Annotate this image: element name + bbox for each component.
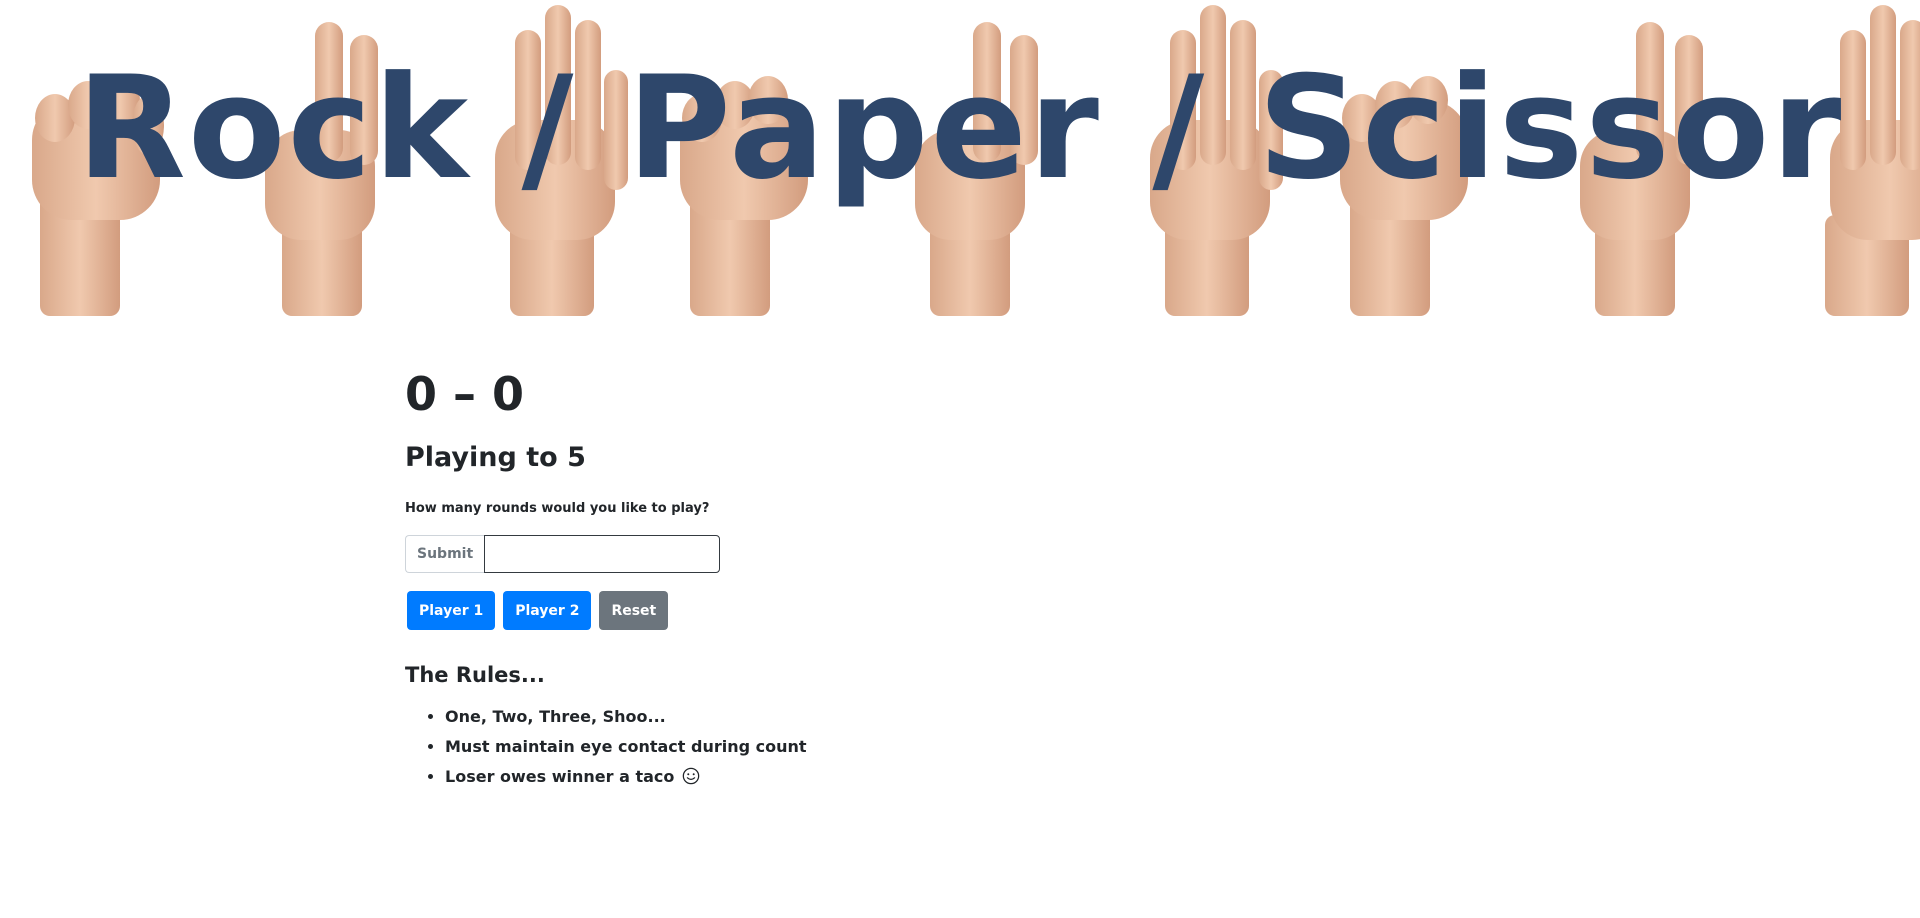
page-title: Rock / Paper / Scissor bbox=[76, 46, 1844, 211]
rule-item: Must maintain eye contact during count bbox=[445, 732, 807, 762]
rule-item: One, Two, Three, Shoo... bbox=[445, 702, 807, 732]
player-controls: Player 1 Player 2 Reset bbox=[407, 591, 669, 630]
rule-text: Must maintain eye contact during count bbox=[445, 737, 807, 756]
submit-button[interactable]: Submit bbox=[405, 535, 485, 573]
reset-button[interactable]: Reset bbox=[599, 591, 669, 630]
rule-item: Loser owes winner a taco bbox=[445, 762, 807, 792]
player-2-button[interactable]: Player 2 bbox=[503, 591, 592, 630]
rule-text: Loser owes winner a taco bbox=[445, 767, 675, 786]
rules-list: One, Two, Three, Shoo... Must maintain e… bbox=[405, 702, 807, 792]
smiley-icon bbox=[682, 767, 700, 785]
header-banner: Rock / Paper / Scissor bbox=[0, 0, 1920, 316]
playing-to-label: Playing to 5 bbox=[405, 442, 586, 473]
score-display: 0 – 0 bbox=[405, 367, 525, 421]
rule-text: One, Two, Three, Shoo... bbox=[445, 707, 666, 726]
rounds-input-group: Submit bbox=[405, 535, 721, 573]
rules-heading: The Rules... bbox=[405, 663, 545, 687]
rounds-prompt: How many rounds would you like to play? bbox=[405, 501, 710, 516]
player-1-button[interactable]: Player 1 bbox=[407, 591, 496, 630]
rounds-input[interactable] bbox=[484, 535, 721, 573]
